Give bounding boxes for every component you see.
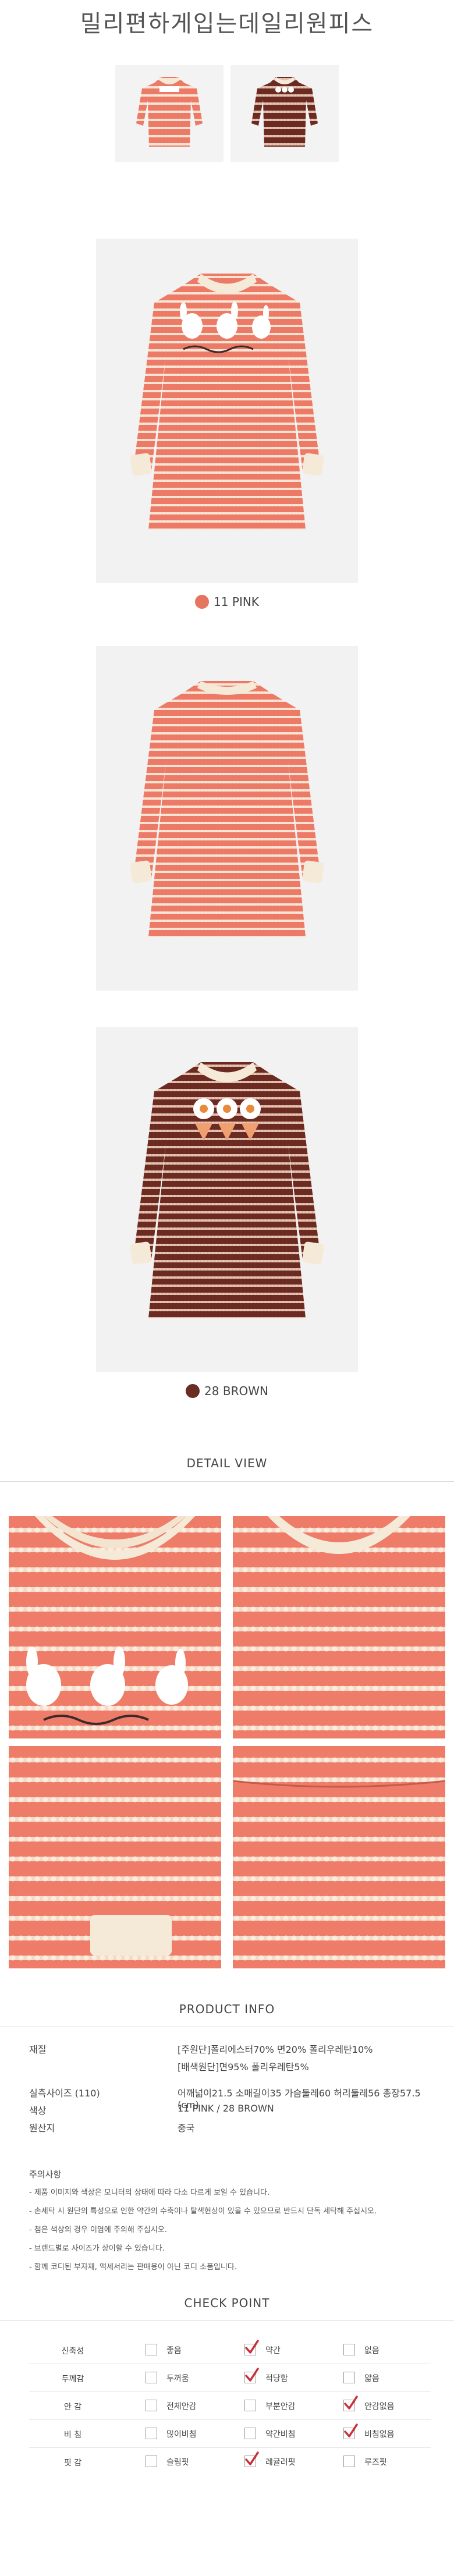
product-photo-pink-back <box>96 646 358 991</box>
check-point-option-label: 적당함 <box>265 2374 288 2383</box>
spec-row-material: 재질 [주원단]폴리에스터70% 면20% 폴리우레탄10% <box>29 2044 373 2055</box>
checkbox-icon <box>343 2372 355 2383</box>
checkbox-icon <box>146 2456 157 2467</box>
check-point-label: 두께감 <box>61 2375 84 2384</box>
check-point-row: 두께감 두꺼움 적당함 얇음 <box>29 2365 431 2392</box>
divider <box>29 2419 431 2420</box>
product-photo-brown-front <box>96 1027 358 1372</box>
page-title: 밀리편하게입는데일리원피스 <box>80 10 374 37</box>
spec-row-size: 실측사이즈 (110) 어깨넓이21.5 소매길이35 가슴둘레60 허리둘레5… <box>29 2088 421 2110</box>
check-point-option-label: 부분안감 <box>265 2402 296 2411</box>
care-note-item: - 제품 이미지와 색상은 모니터의 상태에 따라 다소 다르게 보일 수 있습… <box>29 2188 270 2197</box>
care-note-item: - 브랜드별로 사이즈가 상이할 수 있습니다. <box>29 2244 165 2253</box>
check-point-row: 핏 감 슬림핏 레귤러핏 루즈핏 <box>29 2449 431 2475</box>
care-note-item: - 손세탁 시 원단의 특성으로 인한 약간의 수축이나 탈색현상이 있을 수 … <box>29 2207 377 2216</box>
checkbox-checked-icon <box>244 2340 259 2355</box>
checkbox-checked-icon <box>343 2396 358 2411</box>
checkbox-icon <box>343 2456 355 2467</box>
spec-row-material-sub: [배색원단]면95% 폴리우레탄5% <box>178 2061 309 2073</box>
checkbox-icon <box>244 2428 256 2439</box>
checkbox-checked-icon <box>244 2368 259 2383</box>
detail-photo-waist <box>233 1746 445 1968</box>
care-note-item: - 함께 코디된 부자재, 액세서리는 판매용이 아닌 코디 소품입니다. <box>29 2263 237 2272</box>
check-point-heading: CHECK POINT <box>184 2296 270 2310</box>
care-notes: 주의사항 - 제품 이미지와 색상은 모니터의 상태에 따라 다소 다르게 보일… <box>29 2165 431 2277</box>
checkbox-icon <box>146 2344 157 2355</box>
check-point-row: 비 침 많이비침 약간비침 비침없음 <box>29 2421 431 2447</box>
checkbox-checked-icon <box>244 2451 259 2467</box>
detail-view-heading: DETAIL VIEW <box>186 1456 268 1470</box>
color-caption-brown: 28 BROWN <box>0 1384 454 1398</box>
divider <box>29 2447 431 2448</box>
check-point-option-label: 루즈핏 <box>364 2458 387 2467</box>
check-point-label: 신축성 <box>61 2347 84 2356</box>
product-photo-pink-front <box>96 239 358 583</box>
checkbox-icon <box>244 2400 256 2411</box>
check-point-row: 안 감 전체안감 부분안감 안감없음 <box>29 2393 431 2419</box>
check-point-option-label: 얇음 <box>364 2374 379 2383</box>
check-point-label: 비 침 <box>63 2430 82 2440</box>
check-point-option-label: 약간 <box>265 2346 281 2355</box>
care-note-item: - 첨은 색상의 경우 이염에 주의해 주십시오. <box>29 2226 167 2234</box>
care-notes-title: 주의사항 <box>29 2169 62 2180</box>
spec-row-color: 색상 11 PINK / 28 BROWN <box>29 2103 274 2116</box>
checkbox-icon <box>146 2428 157 2439</box>
pink-swatch-icon <box>195 595 210 609</box>
check-point-label: 핏 감 <box>63 2458 82 2468</box>
check-point-option-label: 레귤러핏 <box>265 2458 296 2467</box>
checkbox-icon <box>343 2344 355 2355</box>
check-point-option-label: 약간비침 <box>265 2430 296 2439</box>
detail-photo-sleeve-cuff <box>9 1746 221 1968</box>
divider <box>0 2320 454 2321</box>
check-point-option-label: 슬림핏 <box>166 2458 189 2467</box>
check-point-label: 안 감 <box>63 2403 82 2412</box>
checkbox-icon <box>146 2400 157 2411</box>
brown-swatch-icon <box>186 1384 200 1398</box>
check-point-option-label: 없음 <box>364 2346 379 2355</box>
check-point-row: 신축성 좋음 약간 없음 <box>29 2337 431 2364</box>
check-point-option-label: 많이비침 <box>166 2430 197 2439</box>
thumbnail-pink[interactable] <box>115 65 224 162</box>
check-point-option-label: 전체안감 <box>166 2402 197 2411</box>
check-point-option-label: 두꺼움 <box>166 2374 189 2383</box>
checkbox-icon <box>146 2372 157 2383</box>
check-point-option-label: 비침없음 <box>364 2430 395 2439</box>
check-point-option-label: 좋음 <box>166 2346 182 2355</box>
detail-photo-neck-front <box>9 1516 221 1738</box>
checkbox-checked-icon <box>343 2424 358 2439</box>
thumbnail-brown[interactable] <box>230 65 339 162</box>
spec-row-origin: 원산지 중국 <box>29 2123 195 2134</box>
color-caption-pink: 11 PINK <box>0 595 454 609</box>
detail-photo-neck-back <box>233 1516 445 1738</box>
check-point-option-label: 안감없음 <box>364 2402 395 2411</box>
product-info-heading: PRODUCT INFO <box>179 2002 275 2016</box>
divider <box>0 1481 454 1482</box>
